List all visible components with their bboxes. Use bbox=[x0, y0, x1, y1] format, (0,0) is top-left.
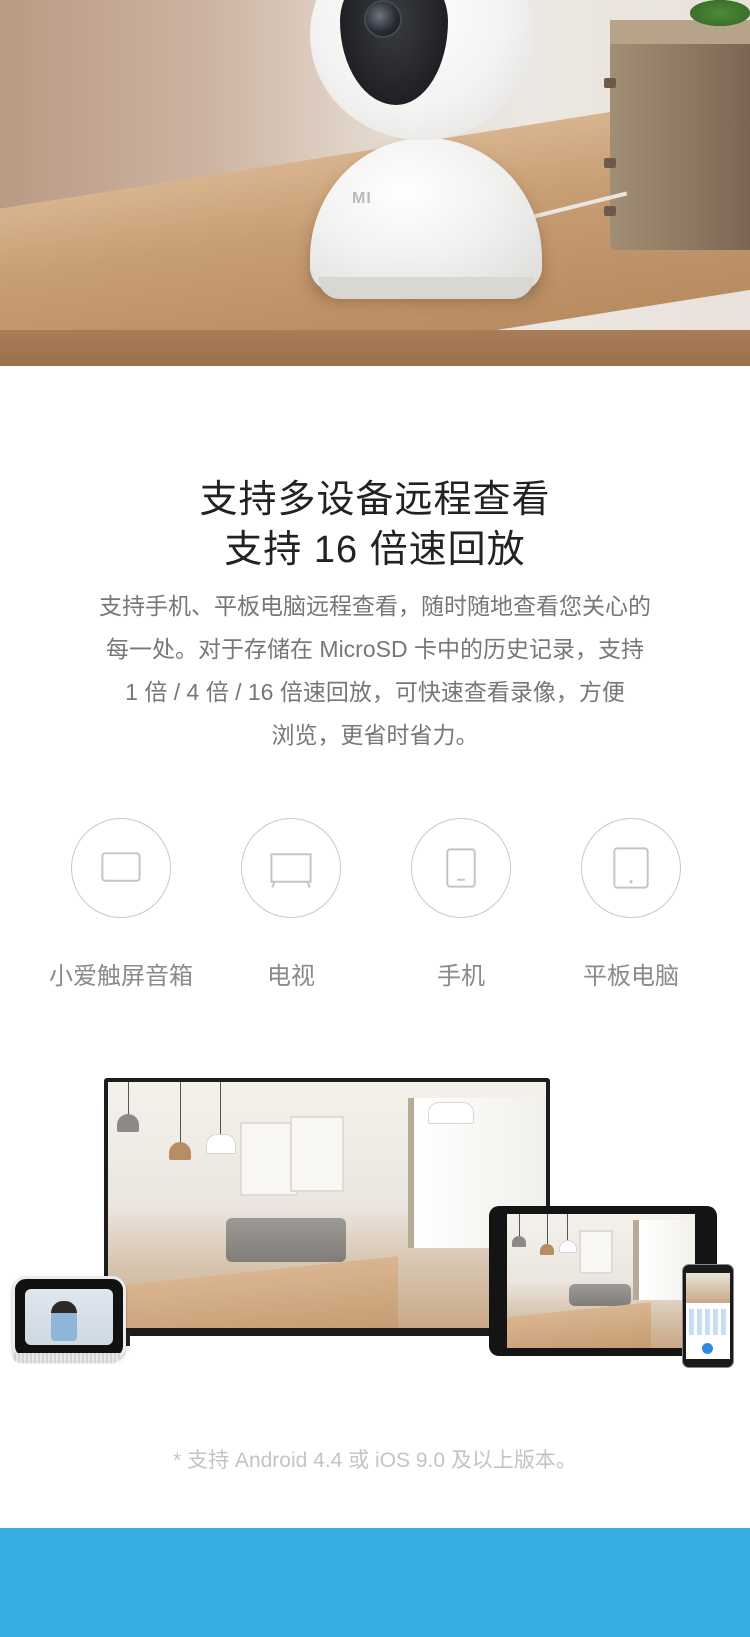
tablet-icon bbox=[581, 818, 681, 918]
app-record-dot bbox=[702, 1343, 713, 1354]
device-label-tablet: 平板电脑 bbox=[583, 963, 679, 990]
hero-camera-photo: MI bbox=[0, 0, 750, 366]
smart-display-icon bbox=[71, 818, 171, 918]
description-line-1: 支持手机、平板电脑远程查看，随时随地查看您关心的 bbox=[99, 593, 651, 619]
supported-devices: 小爱触屏音箱 电视 手机 平板电脑 bbox=[0, 818, 750, 998]
table-edge bbox=[0, 330, 750, 366]
multi-device-illustration bbox=[0, 1070, 750, 1380]
tv-device bbox=[104, 1078, 550, 1346]
plant-leaves bbox=[690, 0, 750, 26]
tv-icon bbox=[241, 818, 341, 918]
description-line-3: 1 倍 / 4 倍 / 16 倍速回放，可快速查看录像，方便 bbox=[125, 679, 625, 705]
plant-pot bbox=[604, 20, 750, 250]
footer-band bbox=[0, 1528, 750, 1637]
phone-device bbox=[682, 1264, 734, 1368]
speaker-grille bbox=[12, 1353, 120, 1363]
mi-logo: MI bbox=[352, 190, 372, 207]
description-line-4: 浏览，更省时省力。 bbox=[271, 722, 479, 748]
person-on-screen bbox=[51, 1301, 77, 1341]
smart-display-device bbox=[12, 1276, 126, 1363]
phone-icon bbox=[411, 818, 511, 918]
device-label-tv: 电视 bbox=[267, 963, 315, 990]
compatibility-footnote: * 支持 Android 4.4 或 iOS 9.0 及以上版本。 bbox=[173, 1449, 577, 1472]
camera-head bbox=[310, 0, 534, 140]
tv-screen-livingroom bbox=[108, 1082, 546, 1328]
device-label-phone: 手机 bbox=[437, 963, 485, 990]
headline-line-1: 支持多设备远程查看 bbox=[199, 479, 551, 521]
phone-app-screen bbox=[686, 1273, 730, 1359]
camera-lens bbox=[364, 0, 402, 38]
tablet-screen-livingroom bbox=[507, 1214, 695, 1348]
description-line-2: 每一处。对于存储在 MicroSD 卡中的历史记录，支持 bbox=[106, 636, 644, 662]
feature-description: 支持手机、平板电脑远程查看，随时随地查看您关心的 每一处。对于存储在 Micro… bbox=[40, 585, 710, 757]
headline-line-2: 支持 16 倍速回放 bbox=[224, 529, 526, 571]
device-label-smart-display: 小爱触屏音箱 bbox=[49, 963, 193, 990]
